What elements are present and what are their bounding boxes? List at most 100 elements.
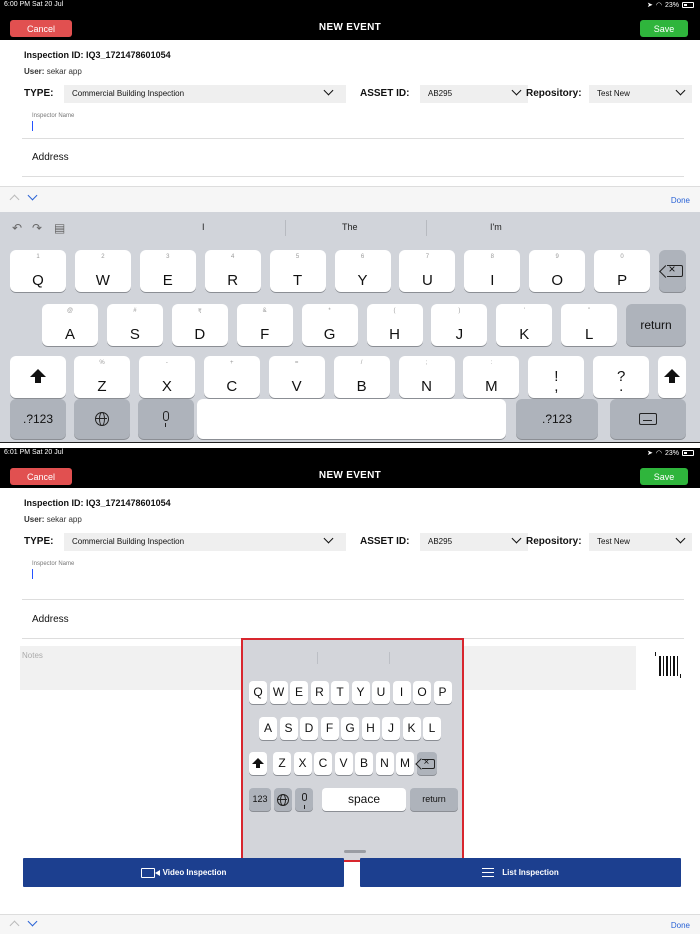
suggestion-2[interactable]: The — [342, 222, 358, 232]
delete-key[interactable] — [659, 250, 686, 292]
key-question-period[interactable]: ? . — [593, 356, 650, 398]
key-v[interactable]: V — [334, 752, 353, 775]
key-h[interactable]: H — [361, 717, 380, 740]
key-i[interactable]: I — [392, 681, 411, 704]
key-u[interactable]: 7U — [399, 250, 456, 292]
key-x[interactable]: -X — [138, 356, 195, 398]
key-p[interactable]: 0P — [594, 250, 651, 292]
space-key[interactable]: space — [322, 788, 406, 811]
key-n[interactable]: N — [375, 752, 394, 775]
chevron-down-icon[interactable] — [27, 190, 38, 201]
shift-key-right[interactable] — [658, 356, 686, 398]
key-exclaim-comma[interactable]: ! , — [528, 356, 585, 398]
key-h[interactable]: (H — [366, 304, 423, 346]
clipboard-icon[interactable]: ▤ — [54, 221, 65, 235]
key-l[interactable]: " L — [561, 304, 618, 346]
key-label: L — [585, 326, 594, 343]
chevron-up-icon[interactable] — [9, 194, 20, 205]
repository-select[interactable]: Test New — [589, 85, 692, 103]
key-f[interactable]: & F — [236, 304, 293, 346]
numbers-key-left[interactable]: .?123 — [10, 399, 66, 439]
key-i[interactable]: 8I — [464, 250, 521, 292]
numbers-key-right[interactable]: .?123 — [516, 399, 598, 439]
key-f[interactable]: F — [320, 717, 339, 740]
delete-key[interactable] — [416, 752, 437, 775]
key-g[interactable]: G — [341, 717, 359, 740]
address-field[interactable]: Address — [32, 614, 69, 625]
dictation-key[interactable] — [138, 399, 194, 439]
save-button[interactable]: Save — [640, 468, 688, 485]
key-n[interactable]: ; N — [398, 356, 455, 398]
key-k[interactable]: K — [402, 717, 421, 740]
inspector-name-input[interactable] — [32, 121, 33, 131]
shift-key-left[interactable] — [10, 356, 66, 398]
keyboard-dismiss-key[interactable] — [610, 399, 686, 439]
shift-key[interactable] — [249, 752, 267, 775]
key-q[interactable]: Q — [249, 681, 267, 704]
key-j[interactable]: ) J — [431, 304, 488, 346]
key-z[interactable]: % Z — [74, 356, 130, 398]
done-button[interactable]: Done — [671, 196, 690, 205]
key-c[interactable]: + C — [203, 356, 260, 398]
space-key[interactable] — [197, 399, 506, 439]
key-a[interactable]: A — [259, 717, 277, 740]
key-k[interactable]: ' K — [496, 304, 553, 346]
key-p[interactable]: P — [433, 681, 452, 704]
undo-icon[interactable]: ↶ — [12, 221, 22, 235]
type-select[interactable]: Commercial Building Inspection — [64, 533, 346, 551]
key-e[interactable]: E — [290, 681, 308, 704]
key-d[interactable]: D — [300, 717, 318, 740]
key-o[interactable]: O — [413, 681, 431, 704]
chevron-up-icon[interactable] — [9, 920, 20, 931]
key-v[interactable]: = V — [268, 356, 325, 398]
key-m[interactable]: M — [396, 752, 414, 775]
key-d[interactable]: ₹ D — [171, 304, 228, 346]
key-u[interactable]: U — [372, 681, 390, 704]
barcode-icon[interactable] — [651, 650, 685, 680]
key-b[interactable]: B — [355, 752, 373, 775]
key-r[interactable]: R — [310, 681, 329, 704]
key-w[interactable]: W — [269, 681, 288, 704]
key-j[interactable]: J — [382, 717, 400, 740]
key-o[interactable]: 9O — [529, 250, 586, 292]
asset-id-select[interactable]: AB295 — [420, 533, 528, 551]
done-button[interactable]: Done — [671, 921, 690, 930]
key-s[interactable]: # S — [106, 304, 163, 346]
video-inspection-button[interactable]: Video Inspection — [23, 858, 344, 887]
suggestion-3[interactable]: I'm — [490, 222, 502, 232]
key-b[interactable]: / B — [333, 356, 390, 398]
keyboard-drag-handle[interactable] — [344, 850, 366, 853]
numbers-key[interactable]: 123 — [249, 788, 271, 811]
inspector-name-input[interactable] — [32, 569, 33, 579]
globe-key[interactable] — [274, 788, 292, 811]
key-t[interactable]: 5T — [269, 250, 326, 292]
chevron-down-icon[interactable] — [27, 916, 38, 927]
save-button[interactable]: Save — [640, 20, 688, 37]
dictation-key[interactable] — [295, 788, 313, 811]
address-field[interactable]: Address — [32, 152, 69, 163]
key-g[interactable]: * G — [301, 304, 358, 346]
key-w[interactable]: 2W — [74, 250, 131, 292]
key-y[interactable]: Y — [351, 681, 370, 704]
list-inspection-button[interactable]: List Inspection — [360, 858, 681, 887]
key-a[interactable]: @ A — [42, 304, 98, 346]
redo-icon[interactable]: ↷ — [32, 221, 42, 235]
key-c[interactable]: C — [314, 752, 332, 775]
key-z[interactable]: Z — [273, 752, 291, 775]
key-e[interactable]: 3E — [139, 250, 196, 292]
suggestion-1[interactable]: I — [202, 222, 205, 232]
type-select[interactable]: Commercial Building Inspection — [64, 85, 346, 103]
key-t[interactable]: T — [331, 681, 349, 704]
key-q[interactable]: 1Q — [10, 250, 66, 292]
repository-select[interactable]: Test New — [589, 533, 692, 551]
key-x[interactable]: X — [293, 752, 312, 775]
key-y[interactable]: 6Y — [334, 250, 391, 292]
key-l[interactable]: L — [423, 717, 441, 740]
key-s[interactable]: S — [279, 717, 298, 740]
globe-key[interactable] — [74, 399, 130, 439]
asset-id-select[interactable]: AB295 — [420, 85, 528, 103]
return-key[interactable]: return — [626, 304, 686, 346]
key-m[interactable]: :M — [463, 356, 520, 398]
return-key[interactable]: return — [410, 788, 458, 811]
key-r[interactable]: 4R — [204, 250, 261, 292]
